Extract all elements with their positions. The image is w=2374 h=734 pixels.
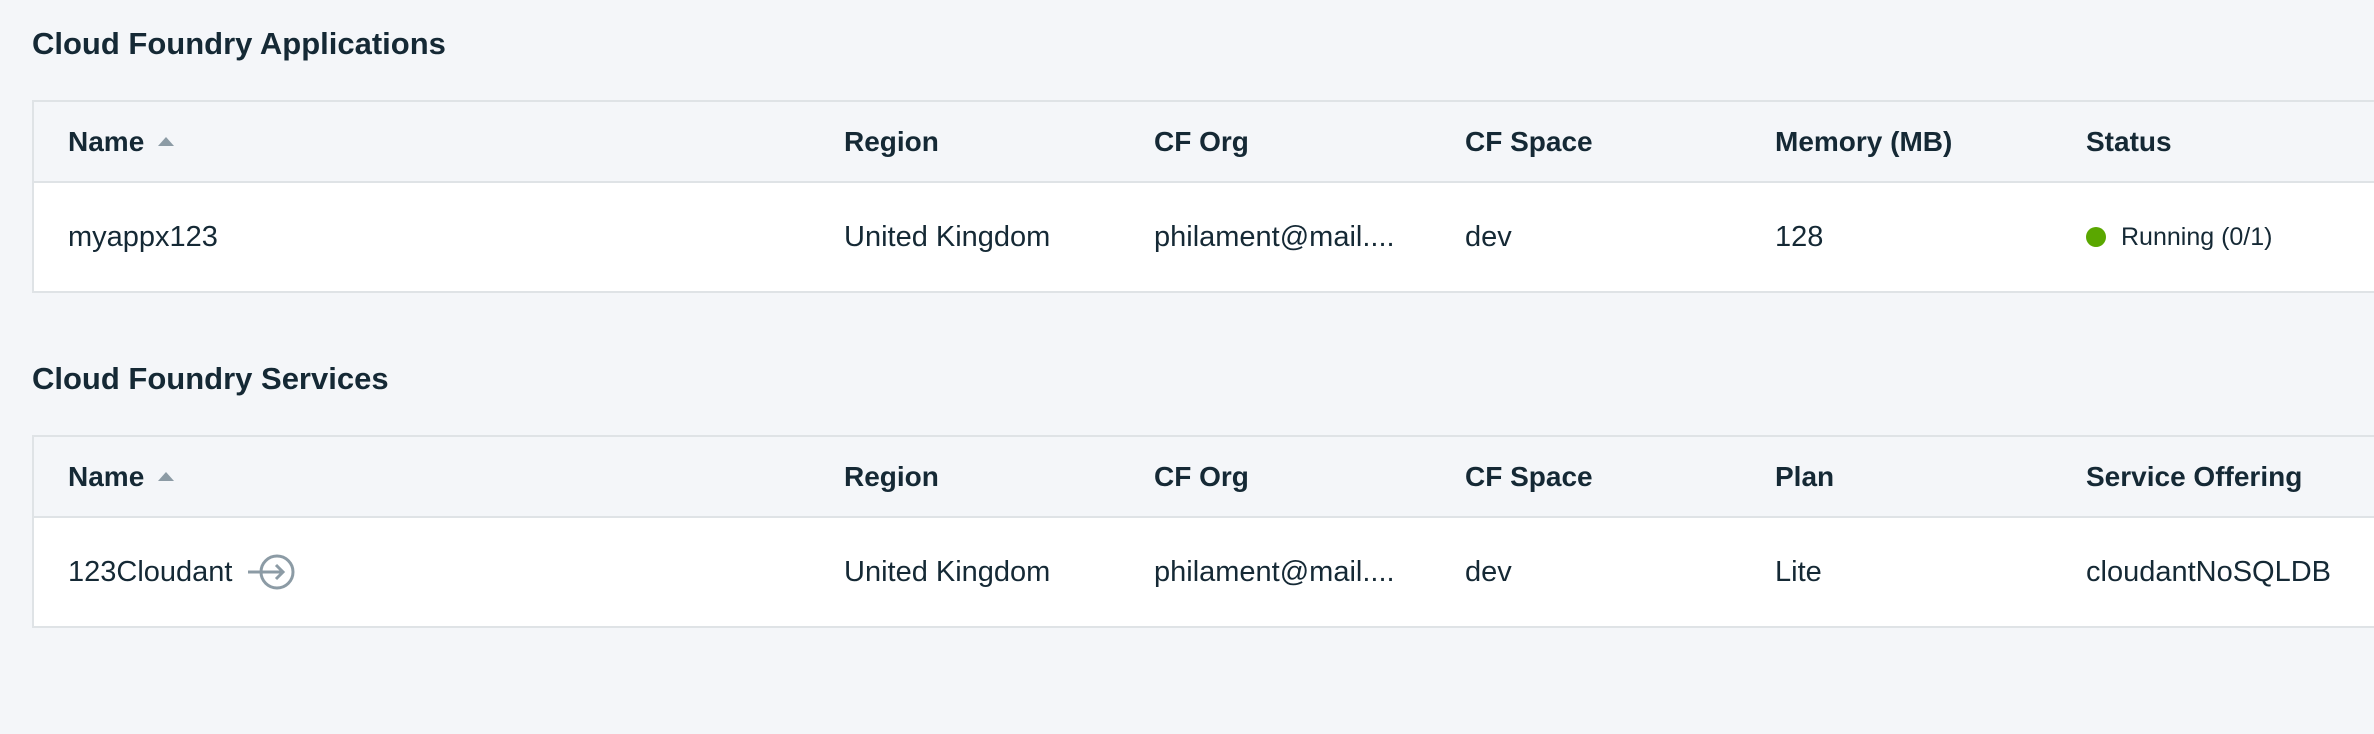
sort-ascending-icon[interactable] — [158, 137, 175, 146]
sort-ascending-icon[interactable] — [158, 472, 175, 481]
services-section-title: Cloud Foundry Services — [32, 361, 389, 396]
app-status: Running (0/1) — [2086, 183, 2272, 291]
status-label: Running (0/1) — [2121, 222, 2273, 251]
services-table: Name Region CF Org CF Space Plan Service… — [32, 435, 2374, 628]
column-header-memory[interactable]: Memory (MB) — [1775, 102, 1952, 181]
column-header-region[interactable]: Region — [844, 437, 939, 516]
column-header-name[interactable]: Name — [68, 102, 175, 181]
column-header-service-offering[interactable]: Service Offering — [2086, 437, 2302, 516]
service-region: United Kingdom — [844, 555, 1051, 588]
column-header-cf-org[interactable]: CF Org — [1154, 102, 1249, 181]
column-header-cf-space[interactable]: CF Space — [1465, 437, 1593, 516]
app-region: United Kingdom — [844, 220, 1051, 253]
service-name-cell: 123Cloudant — [68, 518, 298, 626]
service-plan: Lite — [1775, 555, 1822, 588]
services-table-header: Name Region CF Org CF Space Plan Service… — [34, 437, 2374, 518]
column-header-cf-space[interactable]: CF Space — [1465, 102, 1593, 181]
app-cf-space: dev — [1465, 220, 1512, 253]
bind-service-icon[interactable] — [246, 553, 298, 591]
status-dot-icon — [2086, 227, 2106, 247]
column-header-label: Name — [68, 460, 145, 492]
service-name-link[interactable]: 123Cloudant — [68, 556, 232, 589]
applications-section-title: Cloud Foundry Applications — [32, 26, 446, 61]
column-header-cf-org[interactable]: CF Org — [1154, 437, 1249, 516]
applications-table-header: Name Region CF Org CF Space Memory (MB) … — [34, 102, 2374, 183]
service-offering: cloudantNoSQLDB — [2086, 555, 2332, 588]
app-name-link[interactable]: myappx123 — [68, 183, 218, 291]
applications-table: Name Region CF Org CF Space Memory (MB) … — [32, 100, 2374, 293]
column-header-region[interactable]: Region — [844, 102, 939, 181]
app-memory: 128 — [1775, 220, 1824, 253]
column-header-label: Name — [68, 125, 145, 157]
column-header-name[interactable]: Name — [68, 437, 175, 516]
column-header-plan[interactable]: Plan — [1775, 437, 1834, 516]
table-row[interactable]: myappx123 United Kingdom philament@mail.… — [34, 183, 2374, 291]
table-row[interactable]: 123Cloudant United Kingdom philament@mai… — [34, 518, 2374, 626]
service-cf-space: dev — [1465, 555, 1512, 588]
app-cf-org: philament@mail.... — [1154, 220, 1395, 253]
column-header-status[interactable]: Status — [2086, 102, 2172, 181]
page: Cloud Foundry Applications Name Region C… — [0, 0, 2374, 734]
service-cf-org: philament@mail.... — [1154, 555, 1395, 588]
